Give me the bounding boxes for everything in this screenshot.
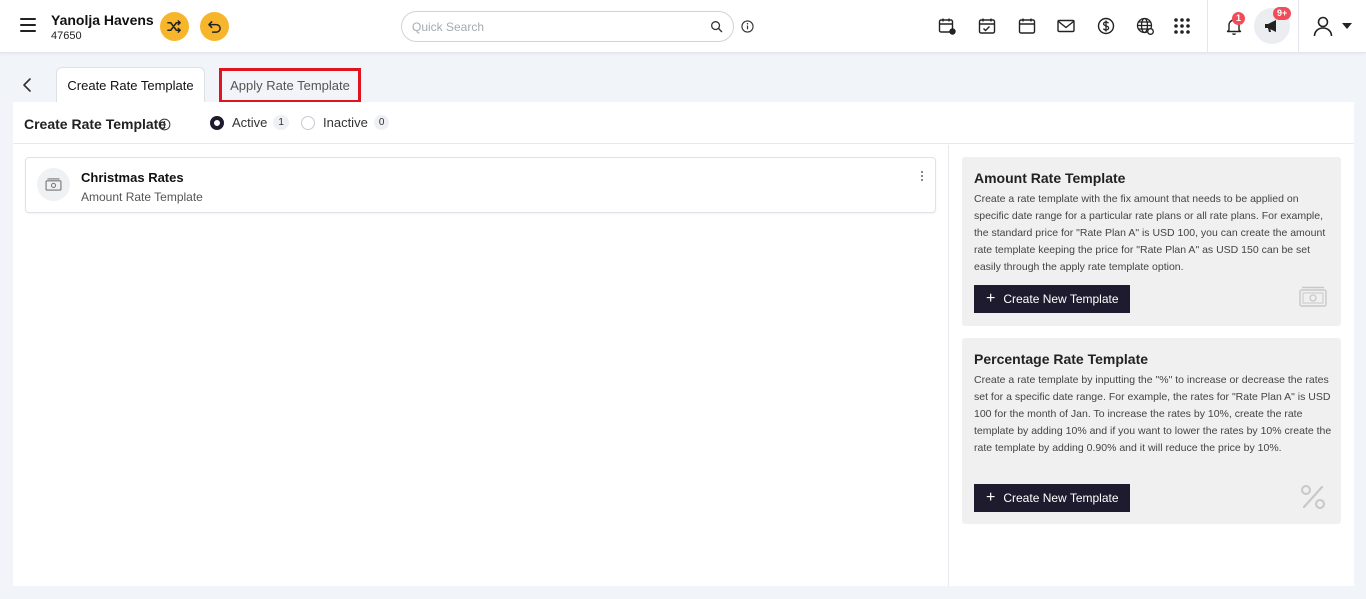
hotel-id: 47650 [51,30,82,42]
plus-icon: + [986,489,996,506]
create-button-label: Create New Template [1003,491,1119,505]
divider [1207,0,1208,53]
caret-down-icon [1342,23,1352,29]
tab-create-rate-template[interactable]: Create Rate Template [56,67,205,103]
template-type: Amount Rate Template [81,190,203,204]
template-name: Christmas Rates [81,170,184,185]
announcement-badge: 9+ [1273,7,1292,20]
globe-settings-icon[interactable] [1135,16,1155,36]
back-icon[interactable] [20,77,34,93]
percent-icon [1301,485,1325,509]
search-icon[interactable] [710,20,723,33]
user-menu[interactable] [1312,15,1352,37]
cash-icon [1299,286,1327,307]
radio-unselected-icon [301,115,315,130]
hotel-name: Yanolja Havens [51,12,154,28]
quick-search [401,11,734,42]
active-count: 1 [273,115,289,130]
active-filter-radio[interactable]: Active 1 [210,115,289,130]
active-label: Active [232,115,268,130]
shuffle-icon [167,20,181,33]
apps-grid-icon[interactable] [1172,16,1192,36]
dollar-icon[interactable] [1096,16,1116,36]
create-percentage-template-button[interactable]: + Create New Template [974,484,1130,512]
calendar-icon[interactable] [1017,16,1037,36]
info-icon[interactable] [741,20,754,33]
amount-template-title: Amount Rate Template [974,170,1126,186]
user-icon [1313,16,1333,37]
radio-selected-icon [210,115,224,130]
sub-header: Create Rate Template Active 1 Inactive 0 [13,102,1354,144]
mail-icon[interactable] [1056,16,1076,36]
tab-apply-rate-template[interactable]: Apply Rate Template [219,68,361,103]
top-bar: Yanolja Havens 47650 1 9+ [0,0,1366,53]
divider [948,145,949,586]
calendar-check-icon[interactable] [977,16,997,36]
create-button-label: Create New Template [1003,292,1119,306]
undo-button[interactable] [200,12,229,41]
switch-property-button[interactable] [160,12,189,41]
info-icon[interactable] [158,118,171,131]
amount-template-info-card: Amount Rate Template Create a rate templ… [962,157,1341,326]
plus-icon: + [986,290,996,307]
create-amount-template-button[interactable]: + Create New Template [974,285,1130,313]
template-card[interactable]: Christmas Rates Amount Rate Template [25,157,936,213]
section-title: Create Rate Template [24,116,167,132]
inactive-filter-radio[interactable]: Inactive 0 [301,115,390,130]
cash-icon [37,168,70,201]
amount-template-description: Create a rate template with the fix amou… [974,193,1326,273]
divider [1298,0,1299,53]
calendar-add-icon[interactable] [937,16,957,36]
menu-icon[interactable] [20,18,36,32]
inactive-count: 0 [373,115,390,130]
percentage-template-description: Create a rate template by inputting the … [974,374,1332,454]
notification-badge: 1 [1232,12,1246,25]
undo-icon [208,21,221,33]
percentage-template-info-card: Percentage Rate Template Create a rate t… [962,338,1341,524]
search-input[interactable] [412,18,702,36]
main-panel: Create Rate Template Active 1 Inactive 0… [13,102,1354,586]
percentage-template-title: Percentage Rate Template [974,351,1149,367]
more-options-icon[interactable] [919,171,925,185]
inactive-label: Inactive [323,115,368,130]
